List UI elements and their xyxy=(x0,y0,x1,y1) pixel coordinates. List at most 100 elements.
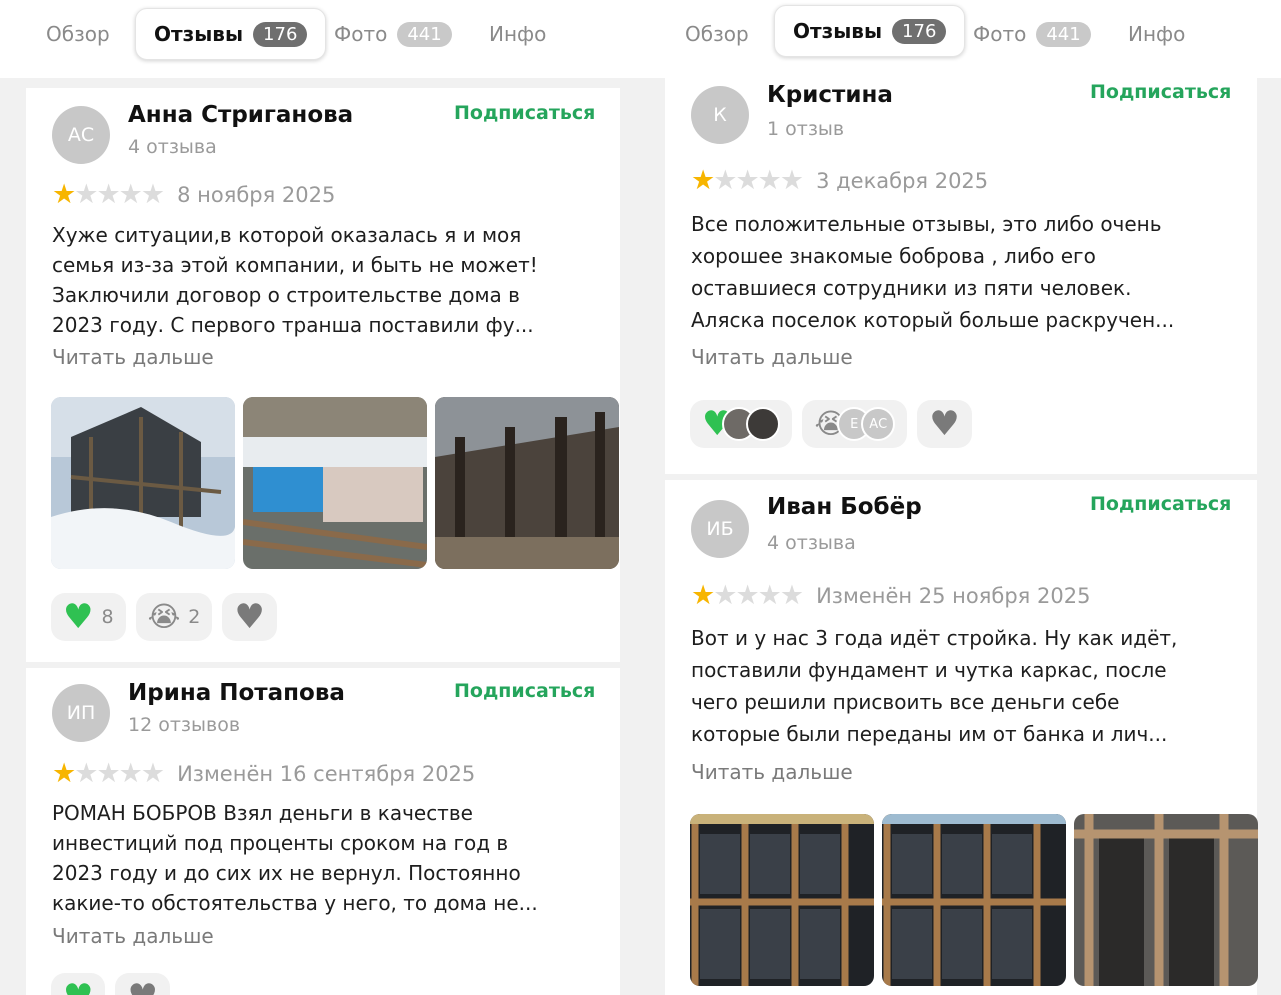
star-empty-icon: ★ xyxy=(96,758,121,789)
avatar[interactable]: К xyxy=(691,86,749,144)
reaction-heart-button[interactable]: ♥ xyxy=(51,973,106,995)
rating-row: ★ ★ ★ ★ ★ Изменён 25 ноября 2025 xyxy=(691,582,1090,610)
review-photo[interactable] xyxy=(51,397,235,569)
review-card: АС Анна Стриганова 4 отзыва Подписаться … xyxy=(26,88,620,662)
rating-stars: ★ ★ ★ ★ ★ xyxy=(691,580,805,611)
read-more-link[interactable]: Читать дальше xyxy=(691,345,853,369)
avatar[interactable]: АС xyxy=(52,106,110,164)
heart-icon: ♥ xyxy=(929,404,960,444)
rating-row: ★ ★ ★ ★ ★ 8 ноября 2025 xyxy=(52,181,335,209)
reactions-row: ♥ ♥ xyxy=(51,973,170,995)
review-photo[interactable] xyxy=(435,397,619,569)
star-empty-icon: ★ xyxy=(140,758,166,789)
reviews-count-badge: 176 xyxy=(892,18,947,44)
read-more-link[interactable]: Читать дальше xyxy=(691,760,853,784)
review-date: 8 ноября 2025 xyxy=(177,183,336,207)
review-card: ИБ Иван Бобёр 4 отзыва Подписаться ★ ★ ★… xyxy=(665,480,1258,995)
review-author-count: 4 отзыва xyxy=(767,532,856,554)
review-card: К Кристина 1 отзыв Подписаться ★ ★ ★ ★ ★… xyxy=(665,78,1257,474)
reviews-count-badge: 176 xyxy=(253,21,308,47)
left-screenshot-panel: Обзор Отзывы 176 Фото 441 Инфо АС Анна Стр… xyxy=(0,0,640,995)
star-empty-icon: ★ xyxy=(779,580,805,611)
heart-icon: ♥ xyxy=(234,597,265,637)
star-empty-icon: ★ xyxy=(735,580,760,611)
review-photo[interactable] xyxy=(1074,814,1258,986)
star-empty-icon: ★ xyxy=(779,165,805,196)
star-empty-icon: ★ xyxy=(713,165,738,196)
tab-overview[interactable]: Обзор xyxy=(667,8,767,60)
review-text: Вот и у нас 3 года идёт стройка. Ну как … xyxy=(691,626,1178,746)
star-empty-icon: ★ xyxy=(74,179,99,210)
photos-count-badge: 441 xyxy=(1036,21,1091,47)
rating-row: ★ ★ ★ ★ ★ Изменён 16 сентября 2025 xyxy=(52,760,475,788)
rating-stars: ★ ★ ★ ★ ★ xyxy=(52,758,166,789)
add-reaction-button[interactable]: ♥ xyxy=(222,593,277,641)
review-text: Хуже ситуации,в которой оказалась я и мо… xyxy=(52,223,538,337)
tab-info[interactable]: Инфо xyxy=(1110,8,1203,60)
review-author-count: 4 отзыва xyxy=(128,136,217,158)
heart-icon: ♥ xyxy=(127,980,157,995)
green-heart-icon: ♥ xyxy=(63,980,93,995)
star-empty-icon: ★ xyxy=(118,179,143,210)
review-author[interactable]: Анна Стриганова xyxy=(128,102,353,128)
review-photo[interactable] xyxy=(882,814,1066,986)
star-filled-icon: ★ xyxy=(52,758,77,789)
review-text: Все положительные отзывы, это либо очень… xyxy=(691,212,1175,332)
subscribe-button[interactable]: Подписаться xyxy=(454,102,595,124)
reactor-avatar: АС xyxy=(861,407,896,441)
reaction-cry-button[interactable]: 😭 2 xyxy=(135,593,213,641)
subscribe-button[interactable]: Подписаться xyxy=(1090,493,1231,515)
star-empty-icon: ★ xyxy=(713,580,738,611)
tab-overview[interactable]: Обзор xyxy=(28,8,128,60)
review-photos xyxy=(690,814,1258,986)
tab-reviews[interactable]: Отзывы 176 xyxy=(774,5,966,57)
reactor-avatar xyxy=(746,407,781,441)
avatar[interactable]: ИБ xyxy=(691,500,749,558)
star-empty-icon: ★ xyxy=(757,580,782,611)
avatar[interactable]: ИП xyxy=(52,684,110,742)
read-more-link[interactable]: Читать дальше xyxy=(52,345,214,369)
star-filled-icon: ★ xyxy=(691,580,716,611)
tab-reviews[interactable]: Отзывы 176 xyxy=(135,8,327,60)
review-date: Изменён 25 ноября 2025 xyxy=(816,584,1091,608)
add-reaction-button[interactable]: ♥ xyxy=(917,400,972,448)
tab-bar: Обзор Отзывы 176 Фото 441 Инфо xyxy=(640,0,1281,78)
review-text: РОМАН БОБРОВ Взял деньги в качестве инве… xyxy=(52,801,538,915)
read-more-link[interactable]: Читать дальше xyxy=(52,924,214,948)
photos-count-badge: 441 xyxy=(397,21,452,47)
add-reaction-button[interactable]: ♥ xyxy=(115,973,170,995)
star-filled-icon: ★ xyxy=(691,165,716,196)
reactions-row: ♥ 8 😭 2 ♥ xyxy=(51,593,277,641)
reaction-cry-button[interactable]: 😭 Е АС xyxy=(802,400,908,448)
star-filled-icon: ★ xyxy=(52,179,77,210)
tab-info[interactable]: Инфо xyxy=(471,8,564,60)
tab-photos[interactable]: Фото 441 xyxy=(955,8,1109,60)
review-card: ИП Ирина Потапова 12 отзывов Подписаться… xyxy=(26,668,620,995)
star-empty-icon: ★ xyxy=(96,179,121,210)
review-author-count: 1 отзыв xyxy=(767,118,845,140)
review-author-count: 12 отзывов xyxy=(128,714,241,736)
reaction-heart-button[interactable]: ♥ 8 xyxy=(51,593,126,641)
reactions-row: ♥ 😭 Е АС ♥ xyxy=(690,400,972,448)
star-empty-icon: ★ xyxy=(735,165,760,196)
green-heart-icon: ♥ xyxy=(63,597,94,637)
reaction-heart-button[interactable]: ♥ xyxy=(690,400,793,448)
crying-face-icon: 😭 xyxy=(147,600,181,633)
subscribe-button[interactable]: Подписаться xyxy=(1090,81,1231,103)
star-empty-icon: ★ xyxy=(74,758,99,789)
rating-stars: ★ ★ ★ ★ ★ xyxy=(52,179,165,210)
right-screenshot-panel: Обзор Отзывы 176 Фото 441 Инфо К Кристина … xyxy=(640,0,1281,995)
tab-photos[interactable]: Фото 441 xyxy=(316,8,470,60)
star-empty-icon: ★ xyxy=(757,165,782,196)
review-date: Изменён 16 сентября 2025 xyxy=(177,762,476,786)
review-photo[interactable] xyxy=(690,814,874,986)
review-author[interactable]: Кристина xyxy=(767,82,893,108)
review-date: 3 декабря 2025 xyxy=(816,169,989,193)
review-photo[interactable] xyxy=(243,397,427,569)
rating-stars: ★ ★ ★ ★ ★ xyxy=(691,165,805,196)
star-empty-icon: ★ xyxy=(118,758,143,789)
rating-row: ★ ★ ★ ★ ★ 3 декабря 2025 xyxy=(691,167,988,195)
subscribe-button[interactable]: Подписаться xyxy=(454,680,595,702)
review-author[interactable]: Ирина Потапова xyxy=(128,680,345,706)
review-author[interactable]: Иван Бобёр xyxy=(767,494,922,520)
